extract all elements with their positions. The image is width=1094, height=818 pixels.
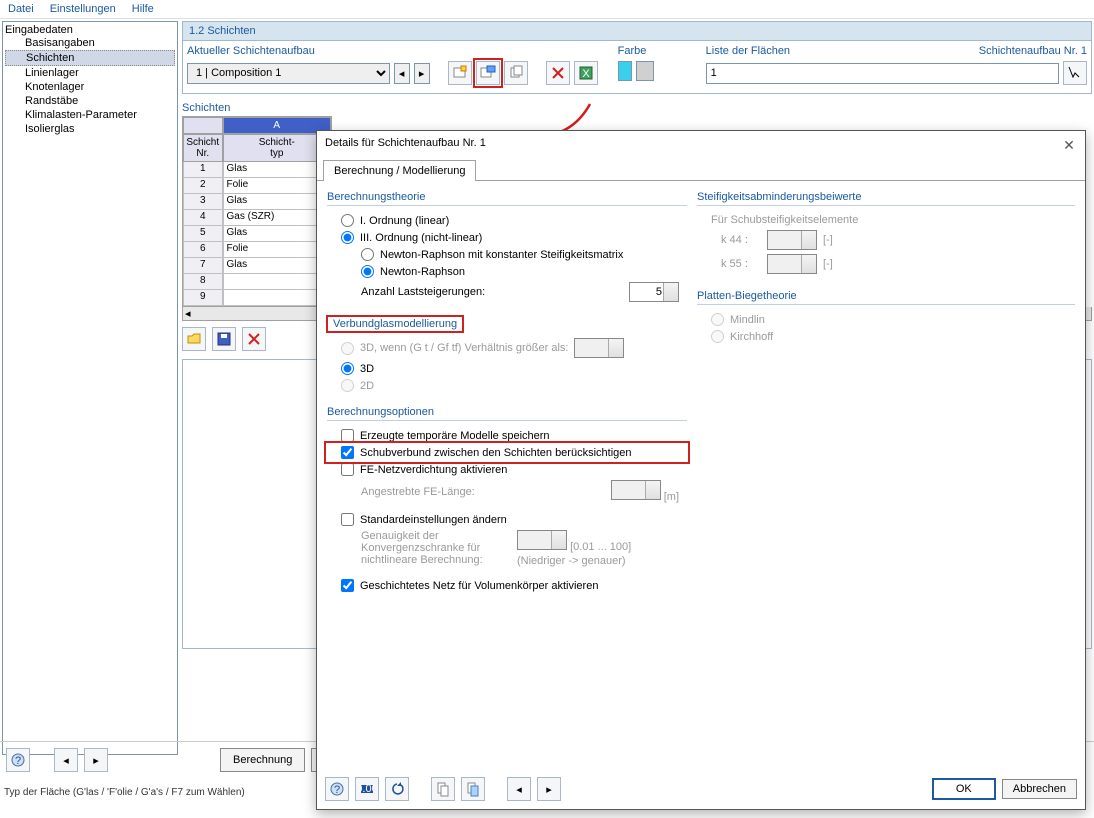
edit-comp-button[interactable] (476, 61, 500, 85)
group-theorie: Berechnungstheorie (327, 191, 687, 206)
col-head-nr: Schicht Nr. (183, 134, 223, 162)
group-plate: Platten-Biegetheorie (697, 290, 1075, 305)
menu-settings[interactable]: Einstellungen (50, 3, 116, 15)
radio-mindlin (711, 313, 724, 326)
tree-item-linienlager[interactable]: Linienlager (5, 66, 175, 80)
table-row[interactable]: 9 (183, 290, 331, 306)
nav-next-button[interactable]: ▸ (84, 748, 108, 772)
label-loadsteps: Anzahl Laststeigerungen: (361, 286, 485, 298)
radio-nr[interactable] (361, 265, 374, 278)
prev-comp-button[interactable]: ◂ (394, 63, 410, 84)
dlg-help-button[interactable]: ? (325, 777, 349, 801)
label-aktuell: Aktueller Schichtenaufbau (187, 45, 598, 57)
layers-table: A Schicht Nr. Schicht- typ 1Glas2Folie3G… (182, 116, 332, 307)
table-row[interactable]: 8 (183, 274, 331, 290)
nav-prev-button[interactable]: ◂ (54, 748, 78, 772)
dlg-prev-button[interactable]: ◂ (507, 777, 531, 801)
check-std[interactable] (341, 513, 354, 526)
ok-button[interactable]: OK (932, 778, 996, 800)
svg-text:X: X (582, 68, 590, 80)
pick-surface-button[interactable] (1063, 61, 1087, 85)
table-row[interactable]: 7Glas (183, 258, 331, 274)
col-head-a: A (223, 117, 332, 134)
table-row[interactable]: 1Glas (183, 162, 331, 178)
menu-help[interactable]: Hilfe (132, 3, 154, 15)
copy-comp-button[interactable] (504, 61, 528, 85)
save-button[interactable] (212, 327, 236, 351)
table-row[interactable]: 6Folie (183, 242, 331, 258)
texture-swatch[interactable] (636, 61, 654, 81)
nav-tree: Eingabedaten Basisangaben Schichten Lini… (2, 21, 178, 755)
delete-layer-button[interactable] (242, 327, 266, 351)
table-row[interactable]: 3Glas (183, 194, 331, 210)
tree-item-isolierglas[interactable]: Isolierglas (5, 122, 175, 136)
color-swatch[interactable] (618, 61, 632, 81)
close-button[interactable]: ✕ (1061, 137, 1077, 153)
tree-item-klimalasten[interactable]: Klimalasten-Parameter (5, 108, 175, 122)
label-schichten: Schichten (182, 100, 1092, 116)
status-bar: Typ der Fläche (G'las / 'F'olie / G'a's … (4, 787, 245, 798)
menubar: Datei Einstellungen Hilfe (0, 0, 1094, 19)
col-head-blank (183, 117, 223, 134)
excel-comp-button[interactable]: X (574, 61, 598, 85)
label-flaechen: Liste der Flächen (706, 45, 790, 57)
radio-nr-const[interactable] (361, 248, 374, 261)
next-comp-button[interactable]: ▸ (414, 63, 430, 84)
page-title: 1.2 Schichten (182, 21, 1092, 41)
conv-spinner (517, 530, 567, 550)
tree-item-randstaebe[interactable]: Randstäbe (5, 94, 175, 108)
tree-item-basisangaben[interactable]: Basisangaben (5, 36, 175, 50)
radio-vg-3d[interactable] (341, 362, 354, 375)
group-verbundglas: Verbundglasmodellierung (327, 316, 463, 332)
radio-ord1[interactable] (341, 214, 354, 227)
dlg-copy2-button[interactable] (461, 777, 485, 801)
composition-select[interactable]: 1 | Composition 1 (187, 63, 390, 84)
svg-text:?: ? (334, 784, 340, 796)
dlg-reset-button[interactable] (385, 777, 409, 801)
label-compnum: Schichtenaufbau Nr. 1 (979, 45, 1087, 57)
group-stiffness: Steifigkeitsabminderungsbeiwerte (697, 191, 1075, 206)
table-row[interactable]: 5Glas (183, 226, 331, 242)
fe-length-spinner (611, 480, 661, 500)
dlg-copy1-button[interactable] (431, 777, 455, 801)
dialog-title: Details für Schichtenaufbau Nr. 1 (325, 137, 486, 153)
col-head-typ: Schicht- typ (223, 134, 332, 162)
radio-ord3[interactable] (341, 231, 354, 244)
check-schubverbund[interactable] (341, 446, 354, 459)
vg-ratio-spinner (574, 338, 624, 358)
label-farbe: Farbe (618, 45, 686, 57)
tree-item-schichten[interactable]: Schichten (5, 50, 175, 66)
table-row[interactable]: 2Folie (183, 178, 331, 194)
new-comp-button[interactable] (448, 61, 472, 85)
k44-spinner (767, 230, 817, 250)
dlg-units-button[interactable]: 0.00 (355, 777, 379, 801)
tab-berechnung[interactable]: Berechnung / Modellierung (323, 160, 476, 181)
menu-file[interactable]: Datei (8, 3, 34, 15)
radio-vg-ratio (341, 342, 354, 355)
radio-vg-2d (341, 379, 354, 392)
check-layermesh[interactable] (341, 579, 354, 592)
cancel-button[interactable]: Abbrechen (1002, 779, 1077, 799)
delete-comp-button[interactable] (546, 61, 570, 85)
check-fe-refine[interactable] (341, 463, 354, 476)
tree-root[interactable]: Eingabedaten (5, 24, 175, 36)
dlg-next-button[interactable]: ▸ (537, 777, 561, 801)
radio-kirchhoff (711, 330, 724, 343)
surfaces-input[interactable] (706, 63, 1059, 84)
k55-spinner (767, 254, 817, 274)
details-dialog: Details für Schichtenaufbau Nr. 1 ✕ Bere… (316, 130, 1086, 810)
label-shear-elem: Für Schubsteifigkeitselemente (697, 212, 1075, 228)
group-options: Berechnungsoptionen (327, 406, 687, 421)
loadsteps-spinner[interactable]: 5 (629, 282, 679, 302)
check-tempmodels[interactable] (341, 429, 354, 442)
tree-item-knotenlager[interactable]: Knotenlager (5, 80, 175, 94)
load-button[interactable] (182, 327, 206, 351)
svg-text:?: ? (15, 755, 21, 767)
help-button[interactable]: ? (6, 748, 30, 772)
calc-button[interactable]: Berechnung (220, 748, 305, 772)
table-row[interactable]: 4Gas (SZR) (183, 210, 331, 226)
svg-text:0.00: 0.00 (359, 783, 375, 795)
